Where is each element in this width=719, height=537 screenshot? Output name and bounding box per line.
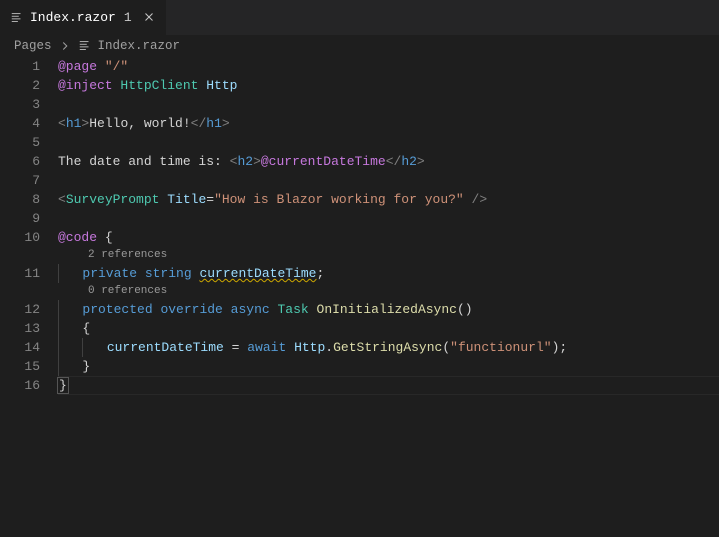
- code-line[interactable]: [58, 95, 719, 114]
- editor[interactable]: 1 2 3 4 5 6 7 8 9 10 11 12 13 14 15 16 @…: [0, 57, 719, 537]
- code-line[interactable]: [58, 209, 719, 228]
- code-line[interactable]: <h1>Hello, world!</h1>: [58, 114, 719, 133]
- chevron-right-icon: [58, 39, 72, 53]
- line-number: 5: [0, 133, 40, 152]
- code-line[interactable]: @inject HttpClient Http: [58, 76, 719, 95]
- line-number: 11: [0, 264, 40, 283]
- line-number: 1: [0, 57, 40, 76]
- code-line[interactable]: @code {: [58, 228, 719, 247]
- line-number: 3: [0, 95, 40, 114]
- code-line[interactable]: [58, 171, 719, 190]
- codelens-references[interactable]: 2 references: [58, 247, 719, 264]
- tab-filename: Index.razor: [30, 10, 116, 25]
- code-line[interactable]: currentDateTime = await Http.GetStringAs…: [58, 338, 719, 357]
- line-number: 9: [0, 209, 40, 228]
- file-lines-icon: [78, 39, 92, 53]
- tab-bar: Index.razor 1: [0, 0, 719, 35]
- line-number: 2: [0, 76, 40, 95]
- code-line[interactable]: @page "/": [58, 57, 719, 76]
- codelens-references[interactable]: 0 references: [58, 283, 719, 300]
- breadcrumb[interactable]: Pages Index.razor: [0, 35, 719, 57]
- line-number: 15: [0, 357, 40, 376]
- line-number: 6: [0, 152, 40, 171]
- line-number: [0, 247, 40, 264]
- line-number: 12: [0, 300, 40, 319]
- line-number: [0, 283, 40, 300]
- code-line[interactable]: private string currentDateTime;: [58, 264, 719, 283]
- close-icon[interactable]: [142, 10, 156, 26]
- line-number: 10: [0, 228, 40, 247]
- line-number: 16: [0, 376, 40, 395]
- code-line[interactable]: }: [58, 357, 719, 376]
- code-line[interactable]: protected override async Task OnInitiali…: [58, 300, 719, 319]
- code-line[interactable]: The date and time is: <h2>@currentDateTi…: [58, 152, 719, 171]
- code-line-current[interactable]: }: [58, 376, 719, 395]
- breadcrumb-folder[interactable]: Pages: [14, 39, 52, 53]
- tab-index-razor[interactable]: Index.razor 1: [0, 0, 167, 35]
- tab-dirty-indicator: 1: [124, 10, 132, 25]
- line-number: 14: [0, 338, 40, 357]
- line-number: 13: [0, 319, 40, 338]
- line-number: 8: [0, 190, 40, 209]
- gutter: 1 2 3 4 5 6 7 8 9 10 11 12 13 14 15 16: [0, 57, 58, 537]
- file-lines-icon: [10, 10, 24, 25]
- code-area[interactable]: @page "/" @inject HttpClient Http <h1>He…: [58, 57, 719, 537]
- code-line[interactable]: {: [58, 319, 719, 338]
- breadcrumb-file[interactable]: Index.razor: [98, 39, 181, 53]
- code-line[interactable]: <SurveyPrompt Title="How is Blazor worki…: [58, 190, 719, 209]
- line-number: 4: [0, 114, 40, 133]
- code-line[interactable]: [58, 133, 719, 152]
- line-number: 7: [0, 171, 40, 190]
